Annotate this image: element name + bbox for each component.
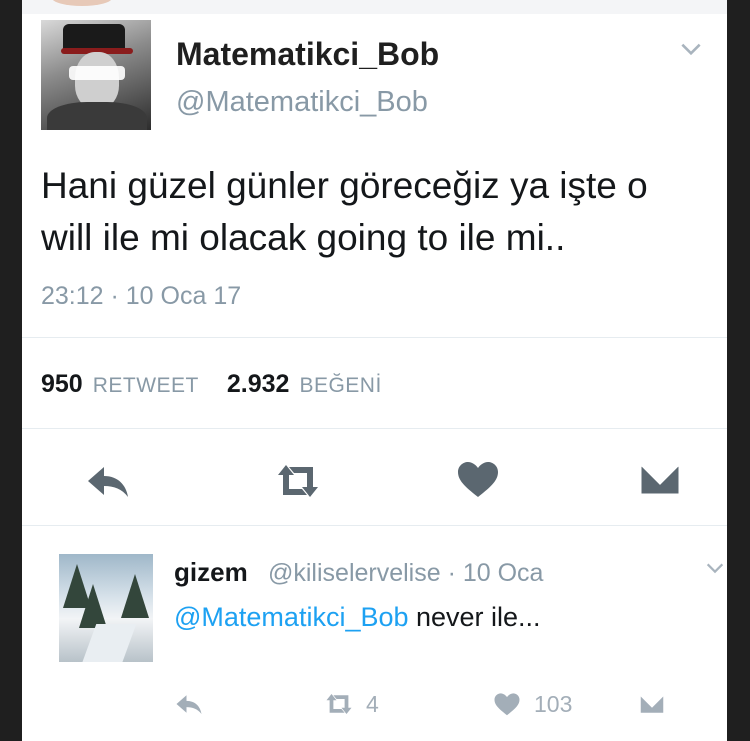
like-count[interactable]: 2.932	[227, 370, 290, 399]
reply-icon[interactable]	[84, 461, 132, 501]
heart-icon	[494, 693, 520, 716]
previous-item-strip	[22, 0, 727, 14]
divider	[22, 525, 727, 526]
like-label[interactable]: BEĞENİ	[299, 374, 381, 398]
retweet-label[interactable]: RETWEET	[93, 374, 199, 398]
previous-avatar-fragment	[52, 0, 112, 6]
envelope-icon	[640, 696, 664, 713]
heart-icon[interactable]	[454, 459, 502, 499]
avatar-tree	[79, 584, 107, 628]
avatar-tree	[121, 574, 149, 618]
chevron-down-icon[interactable]	[704, 557, 726, 579]
reply-text-body: never ile...	[408, 602, 541, 632]
author-handle[interactable]: @Matematikci_Bob	[176, 86, 428, 119]
reply-mention-link[interactable]: @Matematikci_Bob	[174, 602, 409, 632]
reply-like-count: 103	[534, 690, 573, 717]
retweet-icon[interactable]	[274, 461, 322, 501]
avatar-glasses	[69, 66, 125, 80]
reply-retweet-count: 4	[366, 690, 379, 717]
divider	[22, 428, 727, 429]
chevron-down-icon[interactable]	[678, 36, 704, 62]
reply-icon	[176, 695, 202, 714]
reply-display-name[interactable]: gizem	[174, 557, 248, 588]
reply-handle-date[interactable]: @kiliselervelise · 10 Oca	[268, 559, 543, 588]
reply-author-avatar[interactable]	[59, 554, 153, 662]
author-display-name[interactable]: Matematikci_Bob	[176, 36, 439, 73]
tweet-text-line-1: Hani güzel günler göreceğiz ya işte o	[41, 165, 648, 206]
tweet-stats: 950 RETWEET 2.932 BEĞENİ	[41, 370, 400, 399]
reply-text: @Matematikci_Bob never ile...	[174, 602, 541, 633]
reply-like-button[interactable]: 103	[492, 691, 572, 717]
avatar-face	[75, 52, 119, 108]
retweet-icon	[326, 694, 352, 714]
avatar-hat	[63, 24, 125, 50]
tweet-card: Matematikci_Bob @Matematikci_Bob Hani gü…	[22, 0, 727, 741]
tweet-timestamp[interactable]: 23:12 · 10 Oca 17	[41, 282, 241, 311]
tweet-text-line-2: will ile mi olacak going to ile mi..	[41, 217, 566, 258]
divider	[22, 337, 727, 338]
author-avatar[interactable]	[41, 20, 151, 130]
avatar-coat	[47, 102, 147, 130]
envelope-icon[interactable]	[636, 459, 684, 499]
reply-dm-button[interactable]	[637, 691, 667, 717]
retweet-count[interactable]: 950	[41, 370, 83, 399]
reply-reply-button[interactable]	[174, 691, 204, 717]
avatar-snow-path	[81, 624, 137, 662]
reply-retweet-button[interactable]: 4	[324, 691, 379, 717]
tweet-text: Hani güzel günler göreceğiz ya işte o wi…	[41, 160, 711, 264]
